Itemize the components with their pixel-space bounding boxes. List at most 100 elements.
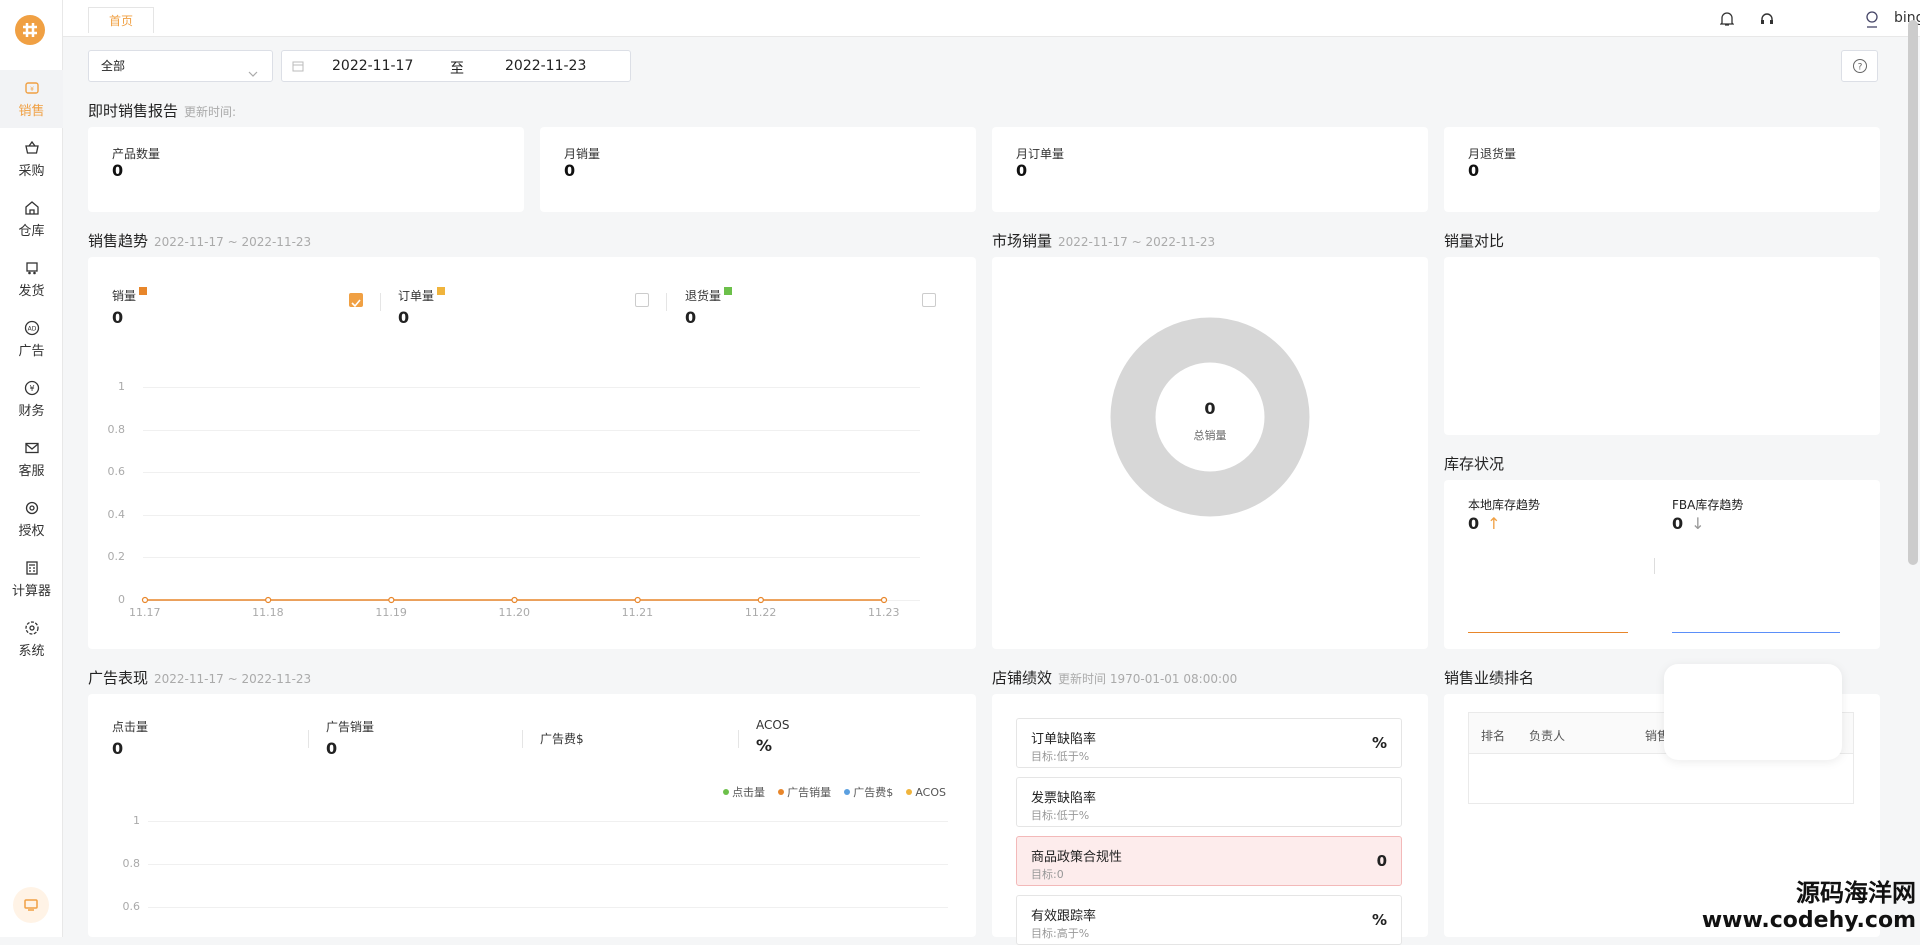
market-sales-card: 0 总销量: [992, 257, 1428, 649]
gridline: [148, 907, 948, 908]
page-scrollbar[interactable]: [1908, 20, 1918, 565]
kpi-card-monthly-sales: 月销量0: [540, 127, 976, 212]
kpi-value: 0: [112, 161, 123, 180]
data-point: [143, 598, 148, 603]
sidebar-item-3[interactable]: 发货: [0, 250, 63, 308]
sales-compare-card: [1444, 257, 1880, 435]
shop-select[interactable]: 全部: [88, 50, 273, 82]
x-tick-label: 11.17: [129, 606, 161, 619]
ads-metric-sales: 广告销量0: [326, 718, 374, 758]
local-inventory-sparkline: [1468, 632, 1628, 633]
divider: [522, 730, 523, 748]
inventory-title: 库存状况: [1444, 453, 1504, 474]
ads-card: 点击量0 广告销量0 广告费$ ACOS% 点击量 广告销量 广告费$ ACOS…: [88, 694, 976, 937]
svg-text:¥: ¥: [29, 384, 34, 393]
kpi-label: 月订单量: [1016, 145, 1064, 162]
svg-text:?: ?: [1857, 63, 1862, 73]
sidebar-item-label: 采购: [18, 160, 44, 179]
sidebar-item-1[interactable]: 采购: [0, 130, 63, 188]
calendar-icon: [292, 60, 304, 76]
bell-icon[interactable]: [1718, 10, 1736, 28]
ads-ytick: 0.6: [110, 900, 140, 913]
ad-icon: AD: [23, 319, 41, 337]
kpi-card-monthly-returns: 月退货量0: [1444, 127, 1880, 212]
top-bar: 首页 bingo: [63, 0, 1920, 37]
fba-inventory-value: 0↓: [1672, 514, 1705, 533]
sidebar-item-label: 系统: [18, 640, 44, 659]
sidebar-item-4[interactable]: AD 广告: [0, 310, 63, 368]
basket-icon: [23, 139, 41, 157]
col-rank: 排名: [1481, 727, 1505, 744]
donut-total: 0: [1160, 399, 1260, 418]
data-point: [512, 598, 517, 603]
local-inventory-label: 本地库存趋势: [1468, 496, 1540, 513]
date-end[interactable]: 2022-11-23: [505, 58, 586, 74]
perf-invoice-defect[interactable]: 发票缺陷率目标:低于%: [1016, 777, 1402, 827]
sidebar-item-label: 客服: [18, 460, 44, 479]
market-sales-title: 市场销量2022-11-17 ~ 2022-11-23: [992, 230, 1215, 251]
legend-item: ACOS: [906, 786, 946, 799]
date-start[interactable]: 2022-11-17: [332, 58, 413, 74]
x-tick-label: 11.18: [252, 606, 284, 619]
ads-metric-spend: 广告费$: [540, 730, 584, 751]
x-tick-label: 11.20: [499, 606, 531, 619]
fba-inventory-sparkline: [1672, 632, 1840, 633]
settings-icon: [23, 619, 41, 637]
legend-item: 广告费$: [844, 784, 893, 800]
x-tick-label: 11.23: [868, 606, 900, 619]
chevron-down-icon: [248, 60, 258, 90]
ranking-table-body: [1468, 754, 1854, 804]
inventory-card: 本地库存趋势 0↑ FBA库存趋势 0↓: [1444, 480, 1880, 649]
svg-text:AD: AD: [27, 326, 36, 333]
sidebar-item-label: 广告: [18, 340, 44, 359]
watermark-line2: www.codehy.com: [1702, 908, 1916, 933]
help-button[interactable]: ?: [1841, 50, 1878, 82]
sales-compare-title: 销量对比: [1444, 230, 1504, 251]
tab-home[interactable]: 首页: [88, 7, 154, 33]
headset-icon[interactable]: [1758, 10, 1776, 28]
perf-valid-tracking[interactable]: 有效跟踪率目标:高于%%: [1016, 895, 1402, 945]
avatar[interactable]: [1863, 10, 1881, 28]
divider: [308, 730, 309, 748]
sales-icon: ¥: [23, 79, 41, 97]
sidebar-item-9[interactable]: 系统: [0, 610, 63, 668]
sales-trend-card: 销量0 订单量0 退货量0 10.80.60.40.2011.1711.1811…: [88, 257, 976, 649]
watermark: 源码海洋网 www.codehy.com: [1702, 873, 1916, 933]
sidebar-item-5[interactable]: ¥ 财务: [0, 370, 63, 428]
ads-metric-clicks: 点击量0: [112, 718, 148, 758]
data-point: [635, 598, 640, 603]
gridline: [148, 821, 948, 822]
instant-report-title: 即时销售报告更新时间:: [88, 100, 236, 121]
sidebar-item-7[interactable]: 授权: [0, 490, 63, 548]
sidebar-item-0[interactable]: ¥ 销售: [0, 70, 63, 128]
sidebar-item-label: 计算器: [12, 580, 51, 599]
app-logo[interactable]: [15, 15, 45, 45]
perf-order-defect[interactable]: 订单缺陷率目标:低于%%: [1016, 718, 1402, 768]
data-point: [882, 598, 887, 603]
ads-range: 2022-11-17 ~ 2022-11-23: [154, 672, 311, 686]
ads-ytick: 1: [110, 814, 140, 827]
divider: [1654, 558, 1655, 574]
x-tick-label: 11.19: [375, 606, 407, 619]
market-sales-range: 2022-11-17 ~ 2022-11-23: [1058, 235, 1215, 249]
sidebar-item-label: 发货: [18, 280, 44, 299]
gridline: [148, 864, 948, 865]
fba-inventory-label: FBA库存趋势: [1672, 496, 1743, 513]
date-range-picker[interactable]: 2022-11-17 至 2022-11-23: [281, 50, 631, 82]
data-point: [266, 598, 271, 603]
kpi-label: 月销量: [564, 145, 600, 162]
svg-text:¥: ¥: [30, 86, 34, 93]
arrow-down-icon: ↓: [1691, 514, 1704, 533]
sidebar-item-label: 销售: [18, 100, 44, 119]
kpi-value: 0: [1468, 161, 1479, 180]
sidebar-item-8[interactable]: 计算器: [0, 550, 63, 608]
sidebar: ¥ 销售采购仓库发货 AD 广告 ¥ 财务客服授权计算器系统: [0, 0, 63, 937]
sidebar-item-label: 财务: [18, 400, 44, 419]
calculator-icon: [23, 559, 41, 577]
sidebar-item-2[interactable]: 仓库: [0, 190, 63, 248]
perf-policy-compliance[interactable]: 商品政策合规性目标:00: [1016, 836, 1402, 886]
question-icon: ?: [1852, 58, 1868, 74]
monitor-icon[interactable]: [13, 887, 49, 923]
kpi-value: 0: [1016, 161, 1027, 180]
sidebar-item-6[interactable]: 客服: [0, 430, 63, 488]
